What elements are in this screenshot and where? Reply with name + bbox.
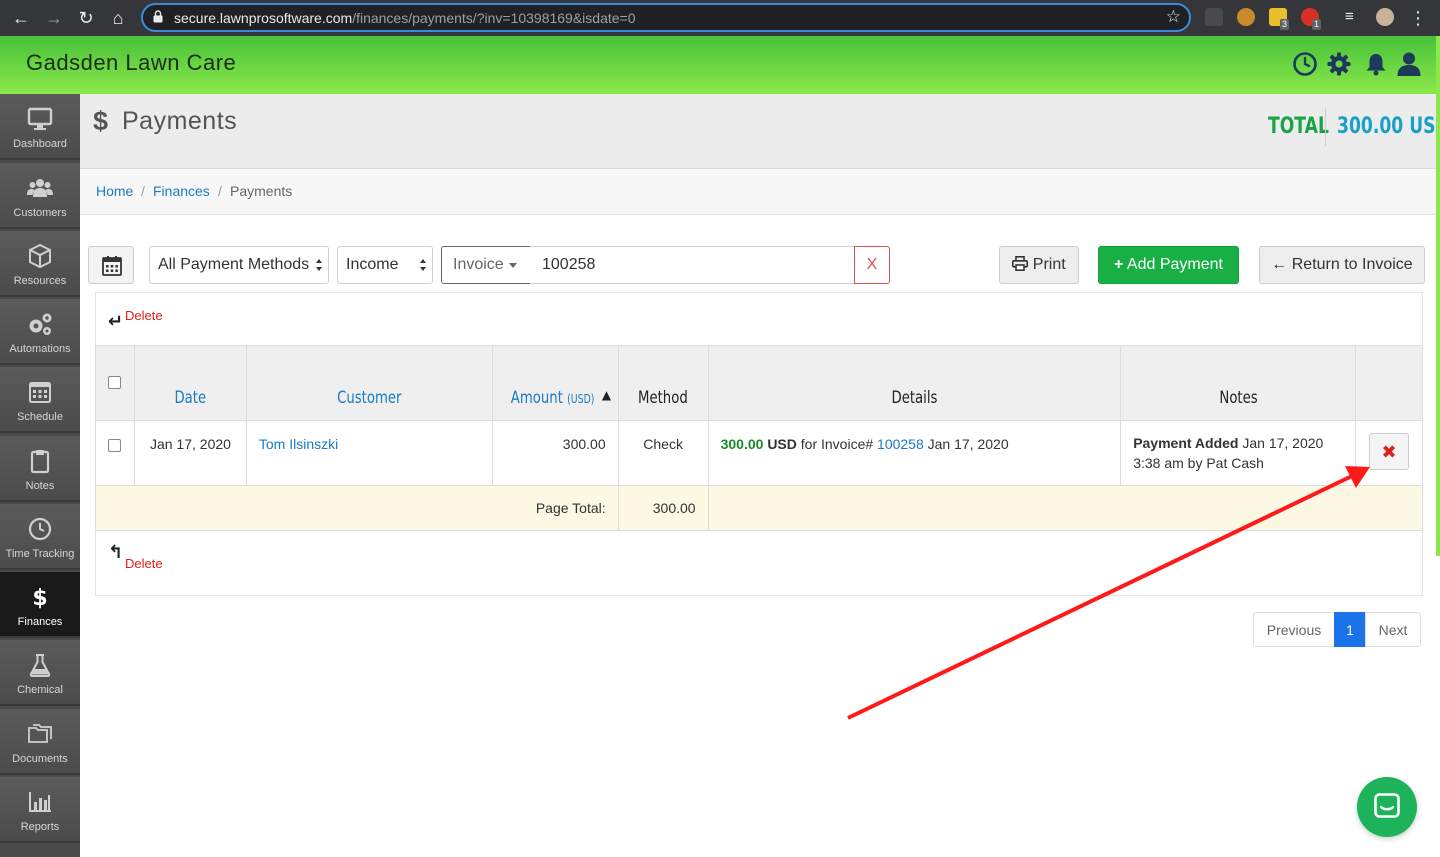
annotation-arrow [847,466,1370,720]
page-scrollbar[interactable] [1436,36,1440,556]
chat-launcher-button[interactable] [1357,777,1417,837]
chat-bubble-icon [1374,793,1400,818]
